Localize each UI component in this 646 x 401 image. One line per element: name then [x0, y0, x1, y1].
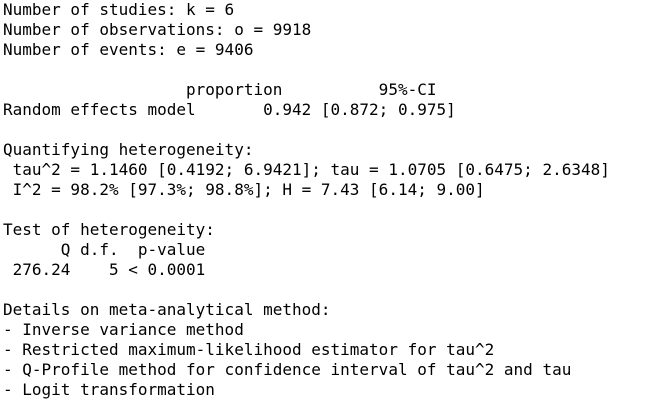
console-line: 276.24 5 < 0.0001	[3, 260, 206, 279]
console-line: I^2 = 98.2% [97.3%; 98.8%]; H = 7.43 [6.…	[3, 180, 485, 199]
console-line: Number of events: e = 9406	[3, 40, 254, 59]
console-line: Number of observations: o = 9918	[3, 20, 312, 39]
console-line: Quantifying heterogeneity:	[3, 140, 254, 159]
console-line: - Logit transformation	[3, 380, 215, 399]
console-output: Number of studies: k = 6 Number of obser…	[3, 0, 643, 401]
console-line: tau^2 = 1.1460 [0.4192; 6.9421]; tau = 1…	[3, 160, 610, 179]
console-line: - Inverse variance method	[3, 320, 244, 339]
console-line: Q d.f. p-value	[3, 240, 206, 259]
console-line: Number of studies: k = 6	[3, 0, 235, 19]
console-line: proportion 95%-CI	[3, 80, 437, 99]
console-line: Random effects model 0.942 [0.872; 0.975…	[3, 100, 456, 119]
console-line: - Q-Profile method for confidence interv…	[3, 360, 572, 379]
console-line: Details on meta-analytical method:	[3, 300, 331, 319]
console-line: Test of heterogeneity:	[3, 220, 215, 239]
console-line: - Restricted maximum-likelihood estimato…	[3, 340, 495, 359]
